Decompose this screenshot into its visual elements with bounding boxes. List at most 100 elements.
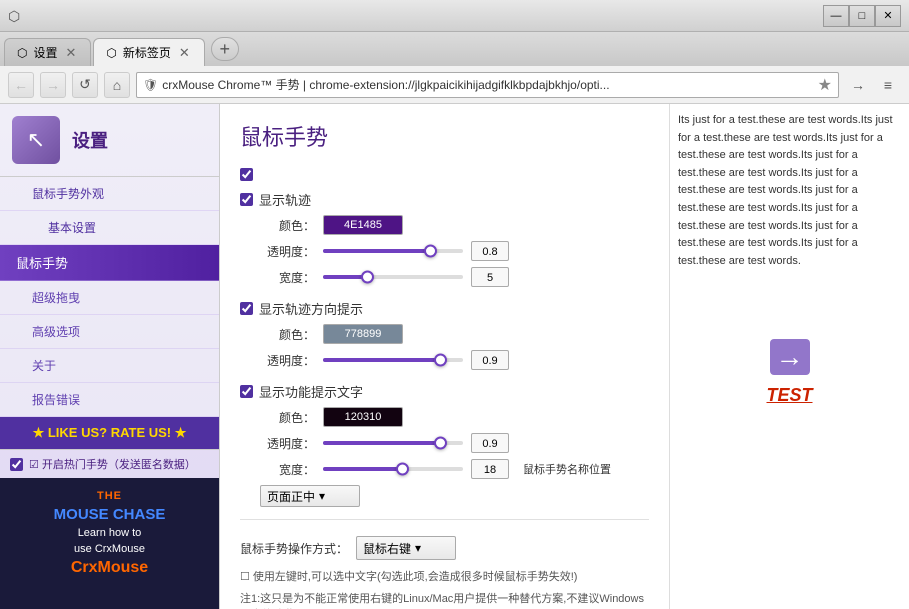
preview-text: Its just for a test.these are test words… [678,112,901,270]
sidebar-item-mouse-gesture[interactable]: 鼠标手势 [0,245,219,281]
note-row-2: 注1:这只是为不能正常使用右键的Linux/Mac用户提供一种替代方案,不建议W… [240,590,649,609]
maximize-button[interactable]: □ [849,5,875,27]
trail-width-row: 宽度： 5 [240,267,649,287]
top-checkbox-row [240,168,649,184]
action-dropdown-arrow: ▾ [415,541,421,555]
address-input[interactable]: 🛡 crxMouse Chrome™ 手势 | chrome-extension… [136,72,839,98]
sidebar-item-super-drag[interactable]: 超级拖曳 [0,281,219,315]
trail-width-label: 宽度： [260,269,315,286]
tab-bar: ⬡ 设置 ✕ ⬡ 新标签页 ✕ + [0,32,909,66]
direction-color-box[interactable]: 778899 [323,324,403,344]
note-text-1: ☐ 使用左键时,可以选中文字(勾选此项,会造成很多时候鼠标手势失效!) [240,568,649,584]
trail-opacity-fill [323,249,428,253]
checkbox-show-direction[interactable] [240,302,253,315]
trail-opacity-label: 透明度： [260,243,315,260]
section-title-hint: 显示功能提示文字 [259,382,363,401]
top-checkbox[interactable] [240,168,253,181]
trail-opacity-knob[interactable] [424,245,437,258]
trail-opacity-track [323,249,463,253]
banner-big: MOUSE CHASE [54,506,166,523]
trail-width-value: 5 [471,267,509,287]
section-show-hint: 显示功能提示文字 颜色： 120310 透明度： 0.9 宽度： [240,382,649,507]
chrome-icon: ⬡ [8,8,24,24]
toggle-popular-gestures[interactable]: ☑ 开启热门手势（发送匿名数据） [0,449,219,478]
menu-button[interactable]: ≡ [875,72,901,98]
hint-opacity-fill [323,441,438,445]
hint-opacity-value: 0.9 [471,433,509,453]
hint-width-value: 18 [471,459,509,479]
dropdown-arrow-icon: ▾ [319,489,325,503]
tab-new-tab[interactable]: ⬡ 新标签页 ✕ [93,38,204,66]
banner-sub2: use CrxMouse [74,543,145,555]
sidebar-logo: ↖ 设置 [0,104,219,177]
section-header-hint: 显示功能提示文字 [240,382,649,401]
direction-opacity-knob[interactable] [434,354,447,367]
direction-opacity-fill [323,358,438,362]
checkbox-show-trail[interactable] [240,193,253,206]
window-controls: — □ ✕ [823,5,901,27]
position-dropdown[interactable]: 页面正中 ▾ [260,485,360,507]
sidebar-banner: THE MOUSE CHASE Learn how to use CrxMous… [0,478,219,609]
new-tab-button[interactable]: + [211,37,239,61]
action-dropdown[interactable]: 鼠标右键 ▾ [356,536,456,560]
minimize-button[interactable]: — [823,5,849,27]
forward-button[interactable]: → [40,72,66,98]
address-bar: ← → ↺ ⌂ 🛡 crxMouse Chrome™ 手势 | chrome-e… [0,66,909,104]
main-layout: ↖ 设置 鼠标手势外观 基本设置 鼠标手势 超级拖曳 高级选项 关于 报告 [0,104,909,609]
tab-settings-close[interactable]: ✕ [64,45,79,61]
note-text-2: 注1:这只是为不能正常使用右键的Linux/Mac用户提供一种替代方案,不建议W… [240,590,649,609]
trail-opacity-value: 0.8 [471,241,509,261]
sidebar-item-report-error[interactable]: 报告错误 [0,383,219,417]
title-bar-left: ⬡ [8,8,24,24]
action-label: 鼠标手势操作方式： [240,540,348,557]
refresh-button[interactable]: ↺ [72,72,98,98]
section-title-direction: 显示轨迹方向提示 [259,299,363,318]
action-row: 鼠标手势操作方式： 鼠标右键 ▾ [240,536,649,560]
home-button[interactable]: ⌂ [104,72,130,98]
direction-opacity-slider[interactable] [323,352,463,368]
tab-settings[interactable]: ⬡ 设置 ✕ [4,38,91,66]
tab-settings-label: 设置 [33,44,57,61]
section-header-direction: 显示轨迹方向提示 [240,299,649,318]
section-show-trail: 显示轨迹 颜色： 4E1485 透明度： 0.8 宽度： [240,190,649,287]
sidebar-item-gesture-appearance[interactable]: 鼠标手势外观 [0,177,219,211]
sidebar-item-basic-settings[interactable]: 基本设置 [0,211,219,245]
sidebar-nav: 鼠标手势外观 基本设置 鼠标手势 超级拖曳 高级选项 关于 报告错误 [0,177,219,417]
toggle-checkbox[interactable] [10,458,23,471]
hint-width-row: 宽度： 18 鼠标手势名称位置 [240,459,649,479]
banner-title: THE [97,490,122,502]
banner-sub1: Learn how to [78,527,142,539]
trail-width-knob[interactable] [361,271,374,284]
extensions-button[interactable]: → [845,72,871,98]
back-button[interactable]: ← [8,72,34,98]
checkbox-show-hint[interactable] [240,385,253,398]
bookmark-star-icon[interactable]: ★ [818,75,832,95]
hint-opacity-slider[interactable] [323,435,463,451]
trail-width-fill [323,275,365,279]
trail-width-slider[interactable] [323,269,463,285]
hint-width-slider[interactable] [323,461,463,477]
sidebar-item-about[interactable]: 关于 [0,349,219,383]
content-area: 鼠标手势 显示轨迹 颜色： 4E1485 透明度： [220,104,669,609]
hint-opacity-knob[interactable] [434,437,447,450]
banner-logo: CrxMouse [71,559,148,577]
tab-new-close[interactable]: ✕ [177,45,192,61]
page-title: 鼠标手势 [240,120,649,152]
close-button[interactable]: ✕ [875,5,901,27]
trail-color-row: 颜色： 4E1485 [240,215,649,235]
rate-us-button[interactable]: ★ LIKE US? RATE US! ★ [0,417,219,449]
preview-panel: Its just for a test.these are test words… [669,104,909,609]
logo-icon: ↖ [12,116,60,164]
tab-settings-icon: ⬡ [17,46,27,60]
preview-gesture-label: TEST [766,382,812,409]
trail-opacity-slider[interactable] [323,243,463,259]
hint-width-knob[interactable] [396,463,409,476]
trail-color-box[interactable]: 4E1485 [323,215,403,235]
hint-color-box[interactable]: 120310 [323,407,403,427]
trail-width-track [323,275,463,279]
position-label: 鼠标手势名称位置 [523,461,611,477]
hint-width-track [323,467,463,471]
position-dropdown-row: 页面正中 ▾ [240,485,649,507]
sidebar-item-advanced[interactable]: 高级选项 [0,315,219,349]
section-divider [240,519,649,520]
